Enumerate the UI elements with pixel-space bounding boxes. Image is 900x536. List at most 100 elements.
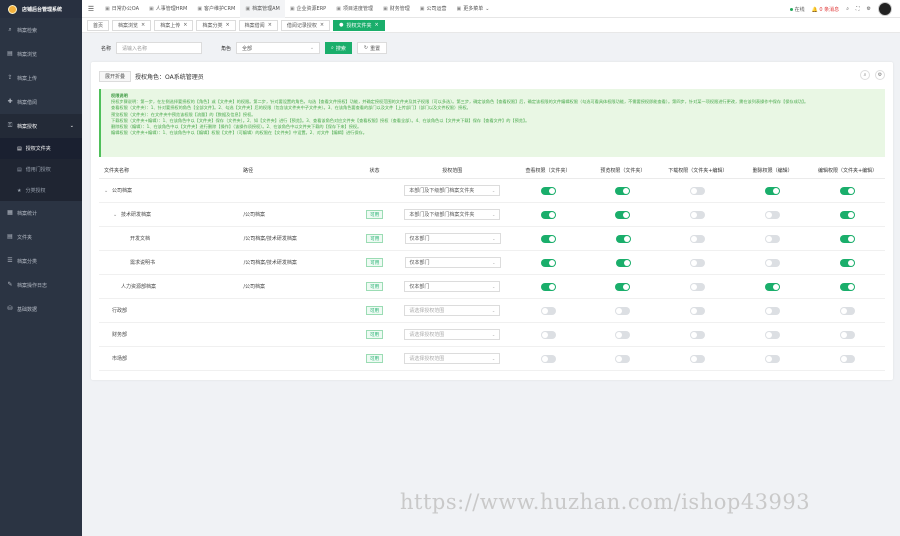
close-icon[interactable]: × bbox=[225, 22, 229, 28]
top-menu-item[interactable]: ▣ 人事管理HRM bbox=[144, 0, 192, 18]
tab[interactable]: 档案借阅 × bbox=[238, 19, 278, 31]
tab[interactable]: 借阅记录授权 × bbox=[280, 19, 331, 31]
edit-switch[interactable] bbox=[840, 354, 856, 363]
preview-switch[interactable] bbox=[615, 234, 631, 243]
close-icon[interactable]: × bbox=[183, 22, 187, 28]
expand-collapse-button[interactable]: 展开折叠 bbox=[99, 70, 132, 82]
sidebar-subitem[interactable]: ▤ 授权文件夹 bbox=[0, 138, 82, 159]
scope-select[interactable]: 请选择授权范围 ⌄ bbox=[404, 305, 501, 316]
edit-switch[interactable] bbox=[840, 186, 856, 195]
messages-link[interactable]: 🔔 0 条消息 bbox=[812, 6, 840, 13]
view-switch[interactable] bbox=[540, 306, 556, 315]
sidebar-item[interactable]: ▦ 档案统计 bbox=[0, 201, 82, 225]
online-status[interactable]: 在线 bbox=[789, 6, 805, 13]
preview-switch[interactable] bbox=[615, 186, 631, 195]
scope-select[interactable]: 请选择授权范围 ⌄ bbox=[404, 353, 501, 364]
delete-switch[interactable] bbox=[765, 330, 781, 339]
scope-select[interactable]: 本部门及下级部门档案文件夹 ⌄ bbox=[404, 185, 501, 196]
top-menu-item[interactable]: ▣ 企业资源ERP bbox=[285, 0, 331, 18]
sidebar-subitem[interactable]: ▤ 借用门授权 bbox=[0, 159, 82, 180]
view-switch[interactable] bbox=[540, 234, 556, 243]
menu-toggle-icon[interactable]: ☰ bbox=[82, 5, 100, 13]
preview-switch[interactable] bbox=[615, 354, 631, 363]
tab[interactable]: 档案分类 × bbox=[196, 19, 236, 31]
edit-switch[interactable] bbox=[840, 282, 856, 291]
scope-select[interactable]: 仅本部门 ⌄ bbox=[404, 233, 501, 244]
expand-caret-icon[interactable]: ⌄ bbox=[104, 188, 109, 194]
download-switch[interactable] bbox=[690, 210, 706, 219]
sidebar-item[interactable]: ▤ 文件夹 bbox=[0, 225, 82, 249]
view-switch[interactable] bbox=[540, 210, 556, 219]
sidebar-item[interactable]: ▤ 档案浏览 bbox=[0, 42, 82, 66]
view-switch[interactable] bbox=[540, 258, 556, 267]
settings-icon[interactable]: ⚙ bbox=[875, 70, 885, 80]
close-icon[interactable]: × bbox=[268, 22, 272, 28]
fullscreen-icon[interactable]: ⛶ bbox=[856, 6, 860, 12]
preview-switch[interactable] bbox=[615, 282, 631, 291]
delete-switch[interactable] bbox=[765, 234, 781, 243]
top-menu-item[interactable]: ▣ 客户维护CRM bbox=[192, 0, 240, 18]
edit-switch[interactable] bbox=[840, 330, 856, 339]
sidebar-item[interactable]: ✚ 档案借阅 bbox=[0, 90, 82, 114]
top-menu-item[interactable]: ▣ 财务管理 bbox=[378, 0, 415, 18]
view-switch[interactable] bbox=[540, 330, 556, 339]
switch-knob bbox=[548, 235, 555, 242]
top-menu-item[interactable]: ▣ 日常办公OA bbox=[100, 0, 144, 18]
sidebar-item[interactable]: ⛁ 基础数据 bbox=[0, 297, 82, 321]
delete-switch[interactable] bbox=[765, 186, 781, 195]
settings-icon[interactable]: ⚙ bbox=[867, 6, 871, 12]
top-menu-item[interactable]: ▣ 档案管理AM bbox=[240, 0, 285, 18]
preview-switch[interactable] bbox=[615, 306, 631, 315]
delete-switch[interactable] bbox=[765, 306, 781, 315]
search-button[interactable]: ⌕ 搜索 bbox=[325, 42, 352, 54]
sidebar-subitem[interactable]: ★ 分类授权 bbox=[0, 180, 82, 201]
search-icon[interactable]: ⌕ bbox=[846, 6, 849, 12]
scope-select[interactable]: 本部门及下级部门档案文件夹 ⌄ bbox=[404, 209, 501, 220]
view-switch[interactable] bbox=[540, 186, 556, 195]
tab[interactable]: 档案浏览 × bbox=[112, 19, 152, 31]
edit-switch[interactable] bbox=[840, 306, 856, 315]
sidebar-item[interactable]: ⚿ 档案授权 ⌄ bbox=[0, 114, 82, 138]
scope-select[interactable]: 仅本部门 ⌄ bbox=[404, 257, 501, 268]
download-switch[interactable] bbox=[690, 306, 706, 315]
delete-switch[interactable] bbox=[765, 282, 781, 291]
tab[interactable]: 首页 bbox=[87, 19, 110, 31]
top-menu-item[interactable]: ▣ 项目进度管理 bbox=[331, 0, 378, 18]
sidebar-item[interactable]: ☰ 档案分类 bbox=[0, 249, 82, 273]
delete-switch[interactable] bbox=[765, 210, 781, 219]
view-switch[interactable] bbox=[540, 354, 556, 363]
preview-switch[interactable] bbox=[615, 330, 631, 339]
scope-select[interactable]: 仅本部门 ⌄ bbox=[404, 281, 501, 292]
sidebar-item[interactable]: ⌕ 档案检索 bbox=[0, 18, 82, 42]
sidebar-item[interactable]: ✎ 档案操作日志 bbox=[0, 273, 82, 297]
download-switch[interactable] bbox=[690, 282, 706, 291]
close-icon[interactable]: × bbox=[320, 22, 324, 28]
download-switch[interactable] bbox=[690, 234, 706, 243]
tab[interactable]: ● 授权文件夹 × bbox=[333, 19, 385, 31]
preview-switch[interactable] bbox=[615, 258, 631, 267]
close-icon[interactable]: × bbox=[375, 22, 379, 28]
tab[interactable]: 档案上传 × bbox=[154, 19, 194, 31]
role-select[interactable]: 全部 ⌄ bbox=[236, 42, 321, 54]
edit-switch[interactable] bbox=[840, 258, 856, 267]
scope-select[interactable]: 请选择授权范围 ⌄ bbox=[404, 329, 501, 340]
preview-switch[interactable] bbox=[615, 210, 631, 219]
download-switch[interactable] bbox=[690, 330, 706, 339]
top-menu-item[interactable]: ▣ 公司运营 bbox=[415, 0, 452, 18]
edit-switch[interactable] bbox=[840, 234, 856, 243]
edit-switch[interactable] bbox=[840, 210, 856, 219]
delete-switch[interactable] bbox=[765, 354, 781, 363]
search-icon[interactable]: ⌕ bbox=[860, 70, 870, 80]
reset-button[interactable]: ↻ 重置 bbox=[356, 42, 388, 54]
download-switch[interactable] bbox=[690, 186, 706, 195]
view-switch[interactable] bbox=[540, 282, 556, 291]
download-switch[interactable] bbox=[690, 258, 706, 267]
delete-switch[interactable] bbox=[765, 258, 781, 267]
expand-caret-icon[interactable]: ⌄ bbox=[113, 212, 118, 218]
download-switch[interactable] bbox=[690, 354, 706, 363]
avatar[interactable] bbox=[878, 2, 892, 16]
close-icon[interactable]: × bbox=[141, 22, 145, 28]
name-input[interactable]: 请输入名称 bbox=[116, 42, 203, 54]
sidebar-item[interactable]: ⇪ 档案上传 bbox=[0, 66, 82, 90]
top-menu-item[interactable]: ▣ 更多菜单 ⌄ bbox=[451, 0, 494, 18]
